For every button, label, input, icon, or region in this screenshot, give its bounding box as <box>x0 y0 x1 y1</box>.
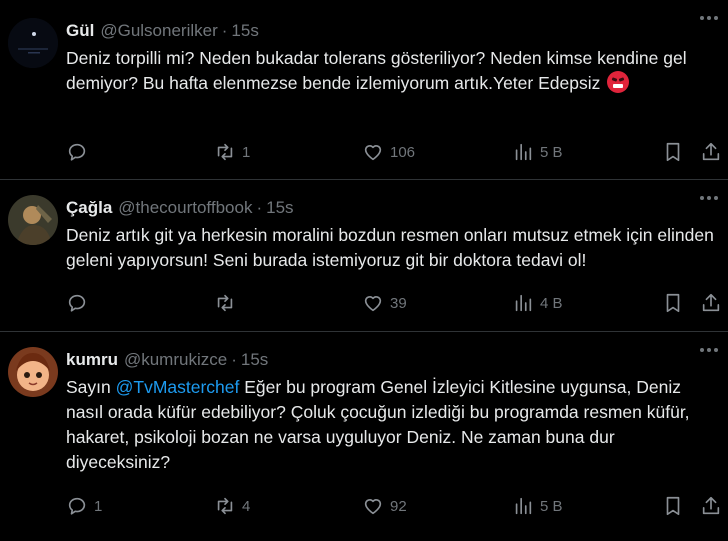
like-button[interactable]: 106 <box>362 139 415 165</box>
like-count: 106 <box>390 143 416 161</box>
retweet-button[interactable] <box>214 290 242 316</box>
more-options-icon[interactable] <box>700 196 718 200</box>
tweet-text-prefix: Sayın <box>66 377 116 397</box>
retweet-icon <box>217 497 233 515</box>
reply-button[interactable]: 1 <box>66 493 102 519</box>
share-button[interactable] <box>700 139 722 165</box>
tweet-text: Deniz artık git ya herkesin moralini boz… <box>66 223 718 273</box>
retweet-button[interactable]: 4 <box>214 493 250 519</box>
tweet-text: Deniz torpilli mi? Neden bukadar toleran… <box>66 46 718 96</box>
reply-icon <box>68 497 86 515</box>
tweet-1[interactable]: Gül @Gulsonerilker · 15s Deniz torpilli … <box>0 0 728 180</box>
timestamp[interactable]: 15s <box>241 350 268 370</box>
tweet-3[interactable]: kumru @kumrukizce · 15s Sayın @TvMasterc… <box>0 332 728 541</box>
more-options-icon[interactable] <box>700 16 718 20</box>
mention-link[interactable]: @TvMasterchef <box>116 377 240 397</box>
heart-icon <box>364 296 382 312</box>
views-button[interactable]: 5 B <box>512 139 563 165</box>
share-icon <box>702 293 720 312</box>
bookmark-button[interactable] <box>662 493 684 519</box>
tweet-text-body: Deniz artık git ya herkesin moralini boz… <box>66 225 714 270</box>
user-handle[interactable]: @thecourtoffbook <box>118 198 252 218</box>
avatar-night-sea-image <box>8 18 58 68</box>
display-name[interactable]: Gül <box>66 21 94 41</box>
tweet-header: Gül @Gulsonerilker · 15s <box>66 20 259 42</box>
retweet-icon <box>217 294 233 312</box>
share-button[interactable] <box>700 493 722 519</box>
analytics-icon <box>515 497 532 515</box>
bookmark-icon <box>666 496 680 516</box>
separator: · <box>221 21 228 40</box>
view-count: 4 B <box>540 294 563 312</box>
views-button[interactable]: 4 B <box>512 290 563 316</box>
bookmark-icon <box>666 293 680 313</box>
reply-icon <box>68 294 86 312</box>
timestamp[interactable]: 15s <box>231 21 258 41</box>
like-count: 39 <box>390 294 407 312</box>
share-icon <box>702 496 720 515</box>
heart-icon <box>364 499 382 515</box>
reply-icon <box>68 143 86 161</box>
retweet-icon <box>217 143 233 161</box>
more-options-icon[interactable] <box>700 348 718 352</box>
view-count: 5 B <box>540 497 563 515</box>
avatar-painting-image <box>8 195 58 245</box>
action-bar: 1 106 5 B <box>66 139 728 165</box>
avatar-cartoon-girl-image <box>8 347 58 397</box>
heart-icon <box>364 145 382 161</box>
user-handle[interactable]: @kumrukizce <box>124 350 227 370</box>
share-icon <box>702 142 720 161</box>
action-bar: 1 4 92 5 B <box>66 493 728 519</box>
retweet-count: 1 <box>242 143 251 161</box>
display-name[interactable]: kumru <box>66 350 118 370</box>
view-count: 5 B <box>540 143 563 161</box>
like-count: 92 <box>390 497 407 515</box>
angry-cursing-emoji-icon <box>607 71 630 93</box>
analytics-icon <box>515 294 532 312</box>
action-bar: 39 4 B <box>66 290 728 316</box>
retweet-count: 4 <box>242 497 251 515</box>
like-button[interactable]: 92 <box>362 493 407 519</box>
views-button[interactable]: 5 B <box>512 493 563 519</box>
like-button[interactable]: 39 <box>362 290 407 316</box>
display-name[interactable]: Çağla <box>66 198 112 218</box>
avatar[interactable] <box>8 347 58 397</box>
reply-button[interactable] <box>66 139 94 165</box>
avatar[interactable] <box>8 195 58 245</box>
separator: · <box>256 198 263 217</box>
bookmark-button[interactable] <box>662 139 684 165</box>
bookmark-icon <box>666 142 680 162</box>
timestamp[interactable]: 15s <box>266 198 293 218</box>
reply-count: 1 <box>94 497 103 515</box>
avatar[interactable] <box>8 18 58 68</box>
user-handle[interactable]: @Gulsonerilker <box>100 21 217 41</box>
bookmark-button[interactable] <box>662 290 684 316</box>
analytics-icon <box>515 143 532 161</box>
retweet-button[interactable]: 1 <box>214 139 250 165</box>
tweet-text-body: Deniz torpilli mi? Neden bukadar toleran… <box>66 48 687 93</box>
tweet-text: Sayın @TvMasterchef Eğer bu program Gene… <box>66 375 718 475</box>
separator: · <box>231 350 237 369</box>
reply-button[interactable] <box>66 290 94 316</box>
tweet-header: Çağla @thecourtoffbook · 15s <box>66 197 294 219</box>
tweet-header: kumru @kumrukizce · 15s <box>66 349 268 371</box>
share-button[interactable] <box>700 290 722 316</box>
tweet-2[interactable]: Çağla @thecourtoffbook · 15s Deniz artık… <box>0 180 728 332</box>
